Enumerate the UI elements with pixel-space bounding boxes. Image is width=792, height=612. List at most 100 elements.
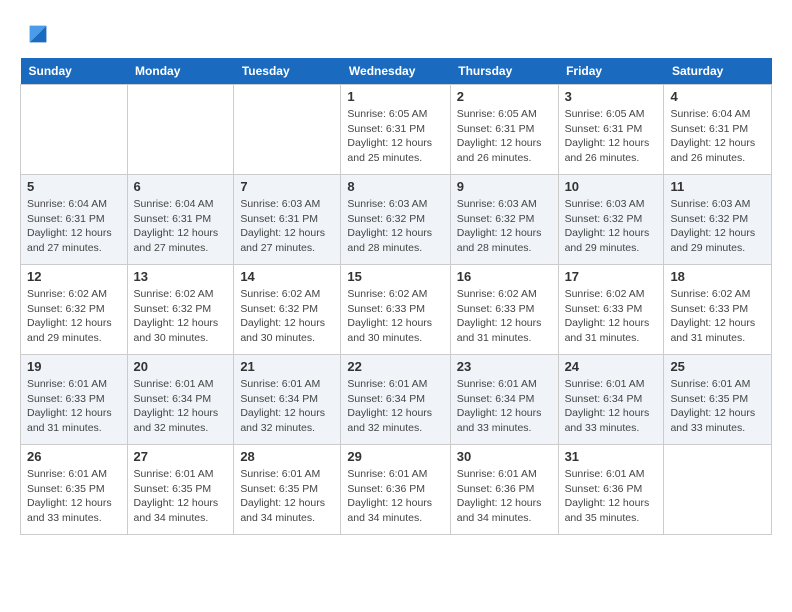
day-info: Sunrise: 6:01 AM Sunset: 6:35 PM Dayligh… bbox=[27, 467, 121, 526]
day-info: Sunrise: 6:01 AM Sunset: 6:34 PM Dayligh… bbox=[347, 377, 443, 436]
calendar-cell: 4Sunrise: 6:04 AM Sunset: 6:31 PM Daylig… bbox=[664, 85, 772, 175]
calendar-cell: 25 Sunrise: 6:01 AM Sunset: 6:35 PM Dayli… bbox=[664, 355, 772, 445]
day-info: Sunrise: 6:04 AM Sunset: 6:31 PM Dayligh… bbox=[134, 197, 228, 256]
day-info: Sunrise: 6:02 AM Sunset: 6:32 PM Dayligh… bbox=[134, 287, 228, 346]
day-number: 18 bbox=[670, 269, 765, 284]
calendar-week-row: 26Sunrise: 6:01 AM Sunset: 6:35 PM Dayli… bbox=[21, 445, 772, 535]
day-info: Sunrise: 6:02 AM Sunset: 6:33 PM Dayligh… bbox=[565, 287, 658, 346]
calendar-cell: 16 Sunrise: 6:02 AM Sunset: 6:33 PM Dayli… bbox=[450, 265, 558, 355]
calendar-cell: 7 Sunrise: 6:03 AM Sunset: 6:31 PM Daylig… bbox=[234, 175, 341, 265]
day-number: 14 bbox=[240, 269, 334, 284]
calendar-cell: 9 Sunrise: 6:03 AM Sunset: 6:32 PM Daylig… bbox=[450, 175, 558, 265]
day-number: 4 bbox=[670, 89, 765, 104]
calendar-cell bbox=[127, 85, 234, 175]
day-number: 27 bbox=[134, 449, 228, 464]
calendar-cell: 20 Sunrise: 6:01 AM Sunset: 6:34 PM Dayli… bbox=[127, 355, 234, 445]
calendar-cell: 14 Sunrise: 6:02 AM Sunset: 6:32 PM Dayli… bbox=[234, 265, 341, 355]
day-number: 28 bbox=[240, 449, 334, 464]
calendar-cell: 6 Sunrise: 6:04 AM Sunset: 6:31 PM Daylig… bbox=[127, 175, 234, 265]
logo-icon bbox=[24, 20, 52, 48]
calendar-cell: 13 Sunrise: 6:02 AM Sunset: 6:32 PM Dayli… bbox=[127, 265, 234, 355]
day-info: Sunrise: 6:02 AM Sunset: 6:33 PM Dayligh… bbox=[670, 287, 765, 346]
day-info: Sunrise: 6:01 AM Sunset: 6:36 PM Dayligh… bbox=[565, 467, 658, 526]
day-info: Sunrise: 6:05 AM Sunset: 6:31 PM Dayligh… bbox=[347, 107, 443, 166]
calendar-cell bbox=[234, 85, 341, 175]
day-number: 15 bbox=[347, 269, 443, 284]
calendar-cell bbox=[21, 85, 128, 175]
calendar-cell: 30Sunrise: 6:01 AM Sunset: 6:36 PM Dayli… bbox=[450, 445, 558, 535]
day-info: Sunrise: 6:03 AM Sunset: 6:31 PM Dayligh… bbox=[240, 197, 334, 256]
day-number: 9 bbox=[457, 179, 552, 194]
calendar-week-row: 12 Sunrise: 6:02 AM Sunset: 6:32 PM Dayli… bbox=[21, 265, 772, 355]
page-header bbox=[20, 20, 772, 48]
weekday-header: Saturday bbox=[664, 58, 772, 85]
day-number: 6 bbox=[134, 179, 228, 194]
day-number: 21 bbox=[240, 359, 334, 374]
day-number: 3 bbox=[565, 89, 658, 104]
calendar-week-row: 5 Sunrise: 6:04 AM Sunset: 6:31 PM Daylig… bbox=[21, 175, 772, 265]
calendar-cell: 18 Sunrise: 6:02 AM Sunset: 6:33 PM Dayli… bbox=[664, 265, 772, 355]
calendar-cell: 29Sunrise: 6:01 AM Sunset: 6:36 PM Dayli… bbox=[341, 445, 450, 535]
calendar-cell: 5 Sunrise: 6:04 AM Sunset: 6:31 PM Daylig… bbox=[21, 175, 128, 265]
calendar-cell: 23Sunrise: 6:01 AM Sunset: 6:34 PM Dayli… bbox=[450, 355, 558, 445]
day-info: Sunrise: 6:03 AM Sunset: 6:32 PM Dayligh… bbox=[670, 197, 765, 256]
day-number: 31 bbox=[565, 449, 658, 464]
calendar-cell: 17 Sunrise: 6:02 AM Sunset: 6:33 PM Dayli… bbox=[558, 265, 664, 355]
weekday-header: Monday bbox=[127, 58, 234, 85]
calendar-cell: 31 Sunrise: 6:01 AM Sunset: 6:36 PM Dayli… bbox=[558, 445, 664, 535]
logo bbox=[20, 20, 52, 48]
calendar-cell: 8 Sunrise: 6:03 AM Sunset: 6:32 PM Daylig… bbox=[341, 175, 450, 265]
day-number: 10 bbox=[565, 179, 658, 194]
day-number: 29 bbox=[347, 449, 443, 464]
weekday-header: Sunday bbox=[21, 58, 128, 85]
day-number: 1 bbox=[347, 89, 443, 104]
day-number: 7 bbox=[240, 179, 334, 194]
day-info: Sunrise: 6:02 AM Sunset: 6:33 PM Dayligh… bbox=[457, 287, 552, 346]
calendar-cell bbox=[664, 445, 772, 535]
day-info: Sunrise: 6:01 AM Sunset: 6:34 PM Dayligh… bbox=[457, 377, 552, 436]
day-number: 19 bbox=[27, 359, 121, 374]
day-number: 16 bbox=[457, 269, 552, 284]
day-number: 12 bbox=[27, 269, 121, 284]
day-number: 30 bbox=[457, 449, 552, 464]
calendar-cell: 1 Sunrise: 6:05 AM Sunset: 6:31 PM Daylig… bbox=[341, 85, 450, 175]
weekday-header: Wednesday bbox=[341, 58, 450, 85]
calendar-cell: 27Sunrise: 6:01 AM Sunset: 6:35 PM Dayli… bbox=[127, 445, 234, 535]
day-number: 24 bbox=[565, 359, 658, 374]
day-number: 17 bbox=[565, 269, 658, 284]
calendar-week-row: 1 Sunrise: 6:05 AM Sunset: 6:31 PM Daylig… bbox=[21, 85, 772, 175]
calendar-cell: 21 Sunrise: 6:01 AM Sunset: 6:34 PM Dayli… bbox=[234, 355, 341, 445]
day-info: Sunrise: 6:05 AM Sunset: 6:31 PM Dayligh… bbox=[565, 107, 658, 166]
day-number: 22 bbox=[347, 359, 443, 374]
calendar-cell: 22 Sunrise: 6:01 AM Sunset: 6:34 PM Dayli… bbox=[341, 355, 450, 445]
day-number: 2 bbox=[457, 89, 552, 104]
calendar-week-row: 19 Sunrise: 6:01 AM Sunset: 6:33 PM Dayli… bbox=[21, 355, 772, 445]
day-number: 13 bbox=[134, 269, 228, 284]
calendar-cell: 24 Sunrise: 6:01 AM Sunset: 6:34 PM Dayli… bbox=[558, 355, 664, 445]
day-info: Sunrise: 6:02 AM Sunset: 6:32 PM Dayligh… bbox=[240, 287, 334, 346]
day-info: Sunrise: 6:01 AM Sunset: 6:35 PM Dayligh… bbox=[240, 467, 334, 526]
weekday-header-row: SundayMondayTuesdayWednesdayThursdayFrid… bbox=[21, 58, 772, 85]
calendar-cell: 28 Sunrise: 6:01 AM Sunset: 6:35 PM Dayli… bbox=[234, 445, 341, 535]
day-info: Sunrise: 6:01 AM Sunset: 6:34 PM Dayligh… bbox=[134, 377, 228, 436]
weekday-header: Thursday bbox=[450, 58, 558, 85]
day-info: Sunrise: 6:01 AM Sunset: 6:35 PM Dayligh… bbox=[670, 377, 765, 436]
calendar-cell: 2 Sunrise: 6:05 AM Sunset: 6:31 PM Daylig… bbox=[450, 85, 558, 175]
day-info: Sunrise: 6:01 AM Sunset: 6:33 PM Dayligh… bbox=[27, 377, 121, 436]
calendar-cell: 10 Sunrise: 6:03 AM Sunset: 6:32 PM Dayli… bbox=[558, 175, 664, 265]
day-number: 25 bbox=[670, 359, 765, 374]
day-number: 5 bbox=[27, 179, 121, 194]
day-number: 20 bbox=[134, 359, 228, 374]
calendar-cell: 26Sunrise: 6:01 AM Sunset: 6:35 PM Dayli… bbox=[21, 445, 128, 535]
day-info: Sunrise: 6:05 AM Sunset: 6:31 PM Dayligh… bbox=[457, 107, 552, 166]
day-info: Sunrise: 6:03 AM Sunset: 6:32 PM Dayligh… bbox=[565, 197, 658, 256]
day-info: Sunrise: 6:04 AM Sunset: 6:31 PM Dayligh… bbox=[27, 197, 121, 256]
day-info: Sunrise: 6:01 AM Sunset: 6:34 PM Dayligh… bbox=[240, 377, 334, 436]
day-info: Sunrise: 6:03 AM Sunset: 6:32 PM Dayligh… bbox=[347, 197, 443, 256]
day-info: Sunrise: 6:02 AM Sunset: 6:33 PM Dayligh… bbox=[347, 287, 443, 346]
day-info: Sunrise: 6:03 AM Sunset: 6:32 PM Dayligh… bbox=[457, 197, 552, 256]
calendar-cell: 19 Sunrise: 6:01 AM Sunset: 6:33 PM Dayli… bbox=[21, 355, 128, 445]
day-number: 8 bbox=[347, 179, 443, 194]
day-info: Sunrise: 6:01 AM Sunset: 6:34 PM Dayligh… bbox=[565, 377, 658, 436]
calendar: SundayMondayTuesdayWednesdayThursdayFrid… bbox=[20, 58, 772, 535]
